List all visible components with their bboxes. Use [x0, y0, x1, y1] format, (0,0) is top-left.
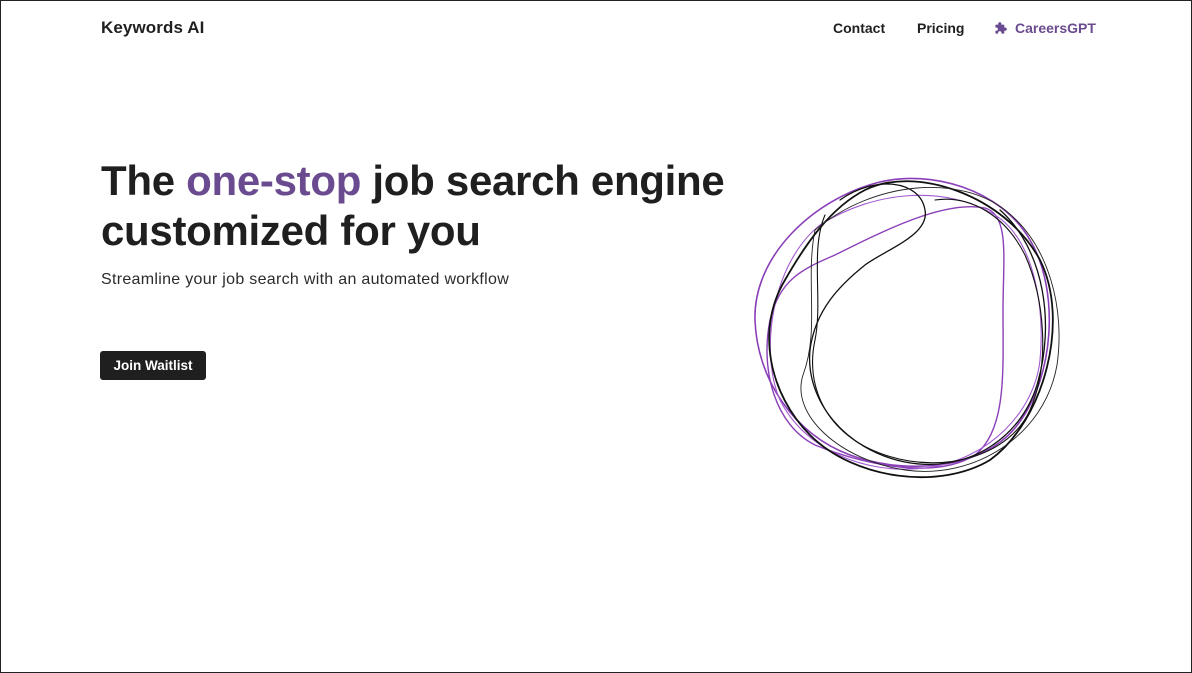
- top-nav: Contact Pricing CareersGPT: [0, 20, 1192, 40]
- headline-accent: one-stop: [186, 157, 362, 204]
- nav-pricing-link[interactable]: Pricing: [917, 20, 964, 36]
- black-loop-3: [812, 198, 1044, 464]
- headline-line2: customized for you: [101, 207, 481, 254]
- headline-prefix: The: [101, 157, 187, 204]
- hero-subtitle: Streamline your job search with an autom…: [101, 271, 510, 288]
- headline-line1-suffix: job search engine: [361, 157, 725, 204]
- nav-careersgpt-link[interactable]: CareersGPT: [994, 20, 1096, 36]
- puzzle-piece-icon: [995, 21, 1007, 34]
- black-loop-2: [808, 183, 1047, 466]
- hero-headline: The one-stop job search engine customize…: [101, 156, 761, 256]
- purple-loop-2: [766, 206, 1005, 469]
- abstract-loops-illustration: [754, 177, 1060, 479]
- join-waitlist-button[interactable]: Join Waitlist: [100, 351, 206, 380]
- nav-careersgpt-label: CareersGPT: [1015, 20, 1096, 36]
- nav-contact-link[interactable]: Contact: [833, 20, 885, 36]
